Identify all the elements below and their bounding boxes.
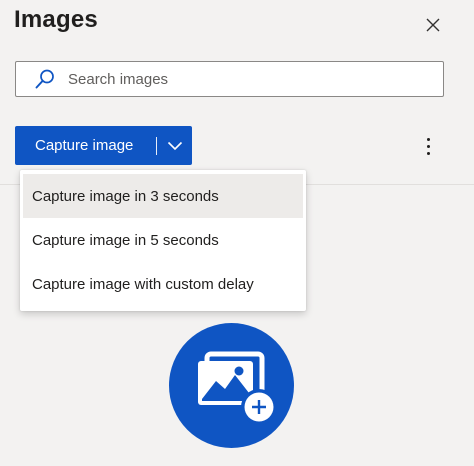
- add-image-icon: [198, 351, 277, 425]
- menu-item-capture-custom-delay[interactable]: Capture image with custom delay: [23, 262, 303, 306]
- split-separator: [156, 136, 157, 155]
- search-icon: [34, 68, 56, 90]
- close-icon: [426, 18, 440, 32]
- close-button[interactable]: [420, 12, 446, 38]
- capture-options-dropdown-button[interactable]: [157, 126, 192, 165]
- add-image-button[interactable]: [169, 323, 294, 448]
- images-panel: Images Capture image: [0, 0, 474, 466]
- more-options-button[interactable]: [418, 133, 438, 159]
- search-box[interactable]: [15, 61, 444, 97]
- capture-image-button[interactable]: Capture image: [15, 137, 156, 154]
- capture-options-menu: Capture image in 3 seconds Capture image…: [20, 170, 306, 311]
- search-input[interactable]: [66, 69, 430, 89]
- more-vertical-icon-dot: [426, 151, 430, 155]
- menu-item-capture-5-seconds[interactable]: Capture image in 5 seconds: [23, 218, 303, 262]
- more-vertical-icon: [426, 137, 430, 141]
- menu-item-capture-3-seconds[interactable]: Capture image in 3 seconds: [23, 174, 303, 218]
- more-vertical-icon-dot: [426, 144, 430, 148]
- chevron-down-icon: [167, 141, 182, 150]
- panel-title: Images: [14, 6, 98, 33]
- capture-image-split-button: Capture image: [15, 126, 192, 165]
